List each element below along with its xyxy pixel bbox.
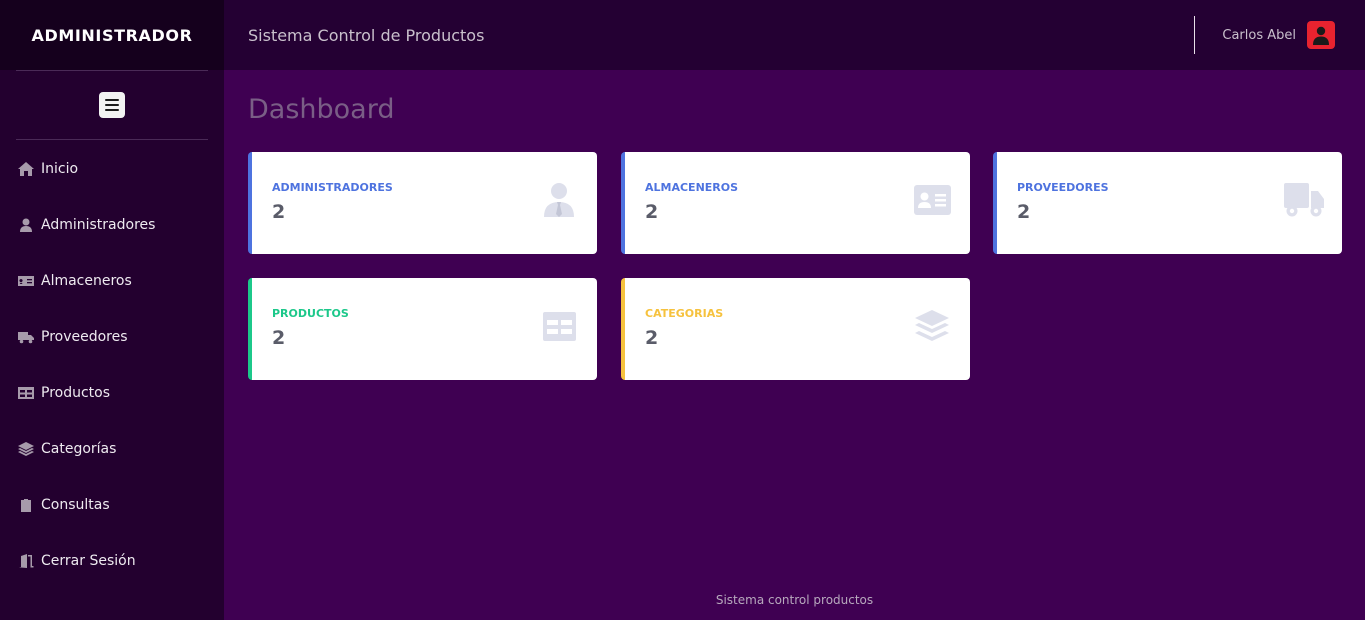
user-avatar-icon <box>1313 26 1329 45</box>
card-value: 2 <box>272 327 286 349</box>
avatar[interactable] <box>1307 21 1335 49</box>
brand-title[interactable]: ADMINISTRADOR <box>0 0 224 70</box>
sidebar-item-label: Consultas <box>41 497 110 513</box>
card-proveedores[interactable]: PROVEEDORES 2 <box>993 152 1342 254</box>
card-categorias[interactable]: CATEGORIAS 2 <box>621 278 970 380</box>
sidebar-item-label: Proveedores <box>41 329 128 345</box>
sidebar-item-administradores[interactable]: Administradores <box>0 197 224 253</box>
sidebar-toggle-wrap <box>0 71 224 139</box>
user-name[interactable]: Carlos Abel <box>1222 28 1296 43</box>
table-icon <box>17 385 34 401</box>
user-icon <box>17 217 34 233</box>
sidebar-toggle-button[interactable] <box>99 92 125 118</box>
sidebar-item-almaceneros[interactable]: Almaceneros <box>0 253 224 309</box>
id-card-icon <box>912 180 952 220</box>
sidebar-item-label: Almaceneros <box>41 273 132 289</box>
sidebar-item-label: Productos <box>41 385 111 401</box>
card-label: ADMINISTRADORES <box>272 181 393 194</box>
clipboard-icon <box>17 497 34 513</box>
app-title: Sistema Control de Productos <box>248 25 485 45</box>
table-icon <box>539 306 579 346</box>
card-label: PRODUCTOS <box>272 307 349 320</box>
sidebar-item-consultas[interactable]: Consultas <box>0 477 224 533</box>
layers-icon <box>17 441 34 457</box>
sidebar-nav: Inicio Administradores Almaceneros Prove… <box>0 140 224 589</box>
sidebar-item-categorias[interactable]: Categorías <box>0 421 224 477</box>
card-label: CATEGORIAS <box>645 307 724 320</box>
menu-icon <box>105 99 119 111</box>
user-menu[interactable]: Carlos Abel <box>1194 0 1365 70</box>
sidebar-item-productos[interactable]: Productos <box>0 365 224 421</box>
home-icon <box>17 161 34 177</box>
sidebar-item-label: Categorías <box>41 441 117 457</box>
sidebar: ADMINISTRADOR Inicio Administradores Alm… <box>0 0 224 620</box>
sidebar-item-inicio[interactable]: Inicio <box>0 141 224 197</box>
card-label: PROVEEDORES <box>1017 181 1109 194</box>
topbar: Sistema Control de Productos Carlos Abel <box>224 0 1365 70</box>
card-productos[interactable]: PRODUCTOS 2 <box>248 278 597 380</box>
truck-icon <box>1284 180 1324 220</box>
card-value: 2 <box>645 327 659 349</box>
id-card-icon <box>17 273 34 289</box>
card-value: 2 <box>645 201 659 223</box>
door-open-icon <box>17 553 34 569</box>
card-almaceneros[interactable]: ALMACENEROS 2 <box>621 152 970 254</box>
sidebar-item-proveedores[interactable]: Proveedores <box>0 309 224 365</box>
sidebar-item-label: Inicio <box>41 161 79 177</box>
card-value: 2 <box>272 201 286 223</box>
card-administradores[interactable]: ADMINISTRADORES 2 <box>248 152 597 254</box>
sidebar-item-label: Cerrar Sesión <box>41 553 136 569</box>
main-content: Dashboard ADMINISTRADORES 2 ALMACENEROS … <box>224 70 1365 620</box>
card-label: ALMACENEROS <box>645 181 739 194</box>
card-value: 2 <box>1017 201 1031 223</box>
sidebar-item-cerrar-sesion[interactable]: Cerrar Sesión <box>0 533 224 589</box>
footer-text: Sistema control productos <box>715 593 874 607</box>
user-tie-icon <box>539 180 579 220</box>
layers-icon <box>912 306 952 346</box>
sidebar-item-label: Administradores <box>41 217 156 233</box>
page-title: Dashboard <box>248 94 395 125</box>
truck-icon <box>17 329 34 345</box>
topbar-divider <box>1194 16 1196 54</box>
